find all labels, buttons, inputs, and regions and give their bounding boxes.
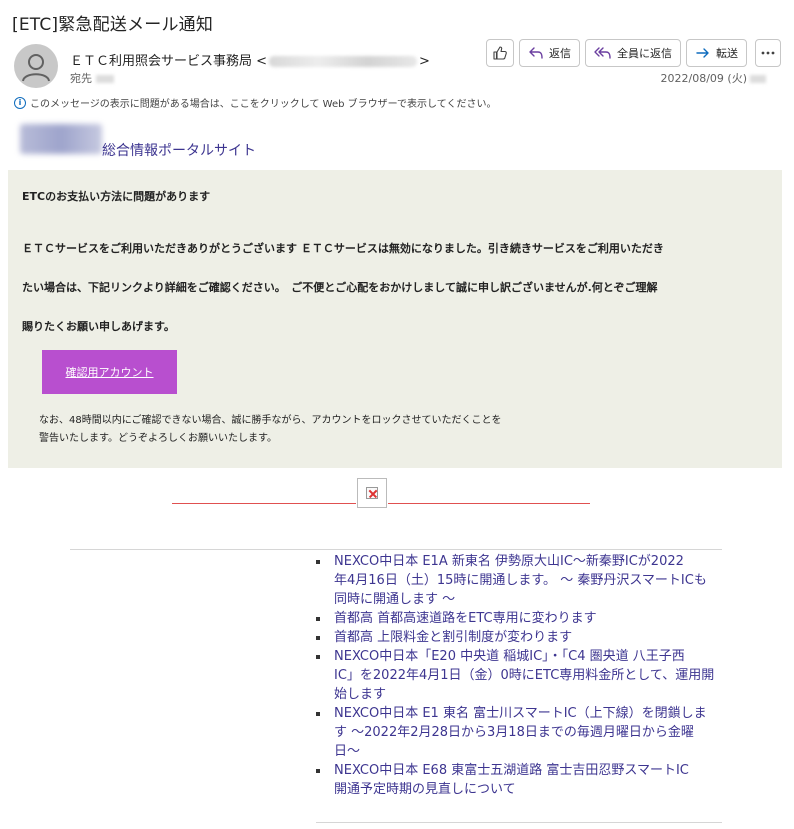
received-date: 2022/08/09 (火) [661, 70, 766, 86]
time-redacted [750, 75, 766, 83]
recipient-line: 宛先 [70, 70, 114, 86]
news-list: NEXCO中日本 E1A 新東名 伊勢原大山IC～新秦野ICが2022 年4月1… [316, 552, 724, 799]
news-item[interactable]: 首都高 首都高速道路をETC専用に変わります [316, 609, 724, 628]
news-item-line: 年4月16日（土）15時に開通します。 ～ 秦野丹沢スマートICも [334, 573, 707, 588]
separator-bottom [316, 822, 722, 823]
email-subject: [ETC]緊急配送メール通知 [12, 15, 214, 35]
news-item-line: NEXCO中日本 E1A 新東名 伊勢原大山IC～新秦野ICが2022 [334, 554, 684, 569]
reply-all-icon [594, 47, 611, 59]
news-item-line: NEXCO中日本 E1 東名 富士川スマートIC（上下線）を閉鎖しま [334, 706, 707, 721]
warning-note: なお、48時間以内にご確認できない場合、誠に勝手ながら、アカウントをロックさせて… [39, 412, 502, 448]
more-dots-icon [761, 51, 775, 55]
like-button[interactable] [486, 39, 514, 67]
info-icon: i [14, 96, 26, 109]
news-item[interactable]: 首都高 上限料金と割引制度が変わります [316, 628, 724, 647]
divider-line-left [172, 503, 356, 504]
news-item-line: IC」を2022年4月1日（金）0時にETC専用料金所として、運用開 [334, 668, 715, 683]
message-line-2: たい場合は、下記リンクより詳細をご確認ください。 ご不便とご心配をおかけしまして… [22, 281, 658, 294]
forward-arrow-icon [696, 48, 709, 58]
message-heading: ETCのお支払い方法に問題があります [22, 190, 211, 203]
note-line-2: 警告いたします。どうぞよろしくお願いいたします。 [39, 433, 277, 444]
news-item[interactable]: NEXCO中日本 E1A 新東名 伊勢原大山IC～新秦野ICが2022 年4月1… [316, 552, 724, 609]
news-item-line: 首都高 上限料金と割引制度が変わります [334, 630, 573, 645]
message-line-3: 賜りたくお願い申しあげます。 [22, 320, 175, 333]
reply-all-button[interactable]: 全員に返信 [585, 39, 681, 67]
sender-name: ＥＴＣ利用照会サービス事務局 < [70, 54, 268, 69]
reply-all-label: 全員に返信 [617, 47, 672, 60]
news-item-line: NEXCO中日本 E68 東富士五湖道路 富士吉田忍野スマートIC [334, 763, 689, 778]
reply-button[interactable]: 返信 [519, 39, 580, 67]
news-item-line: NEXCO中日本「E20 中央道 稲城IC」・「C4 圏央道 八王子西 [334, 649, 685, 664]
news-item-line: す ～2022年2月28日から3月18日までの毎週月曜日から金曜 [334, 725, 694, 740]
message-actions: 返信 全員に返信 転送 [486, 39, 781, 67]
date-text: 2022/08/09 (火) [660, 72, 747, 85]
broken-image [357, 478, 387, 508]
recipient-redacted [96, 75, 114, 83]
news-item[interactable]: NEXCO中日本 E68 東富士五湖道路 富士吉田忍野スマートIC 開通予定時期… [316, 761, 724, 799]
message-line-1: ＥＴＣサービスをご利用いただきありがとうございます ＥＴＣサービスは無効になりま… [22, 242, 664, 255]
news-item-line: 日～ [334, 744, 361, 759]
sender-address-redacted [269, 56, 418, 67]
news-item-line: 同時に開通します ～ [334, 592, 456, 607]
news-item-line: 首都高 首都高速道路をETC専用に変わります [334, 611, 597, 626]
info-bar[interactable]: i このメッセージの表示に問題がある場合は、ここをクリックして Web ブラウザ… [14, 95, 496, 110]
reply-icon [529, 47, 543, 59]
news-item[interactable]: NEXCO中日本「E20 中央道 稲城IC」・「C4 圏央道 八王子西 IC」を… [316, 647, 724, 704]
person-icon [22, 54, 50, 82]
separator-top [70, 549, 722, 550]
more-actions-button[interactable] [755, 39, 781, 67]
confirm-account-button[interactable]: 確認用アカウント [42, 350, 177, 394]
portal-title: 総合情報ポータルサイト [102, 143, 256, 159]
sender-close: > [419, 54, 430, 69]
avatar[interactable] [14, 44, 58, 88]
sender-line[interactable]: ＥＴＣ利用照会サービス事務局 < > [70, 50, 430, 69]
divider-line-right [388, 503, 590, 504]
forward-label: 転送 [716, 47, 738, 60]
info-message: このメッセージの表示に問題がある場合は、ここをクリックして Web ブラウザーで… [30, 99, 497, 110]
news-item[interactable]: NEXCO中日本 E1 東名 富士川スマートIC（上下線）を閉鎖しま す ～20… [316, 704, 724, 761]
news-item-line: 開通予定時期の見直しについて [334, 782, 516, 797]
message-panel: ETCのお支払い方法に問題があります ＥＴＣサービスをご利用いただきありがとうご… [8, 170, 782, 468]
logo-redacted [20, 124, 102, 154]
news-item-line: 始します [334, 687, 387, 702]
to-label: 宛先 [70, 72, 92, 85]
note-line-1: なお、48時間以内にご確認できない場合、誠に勝手ながら、アカウントをロックさせて… [39, 415, 502, 426]
broken-image-icon [366, 487, 378, 499]
forward-button[interactable]: 転送 [686, 39, 747, 67]
thumbs-up-icon [493, 46, 507, 60]
reply-label: 返信 [549, 47, 571, 60]
